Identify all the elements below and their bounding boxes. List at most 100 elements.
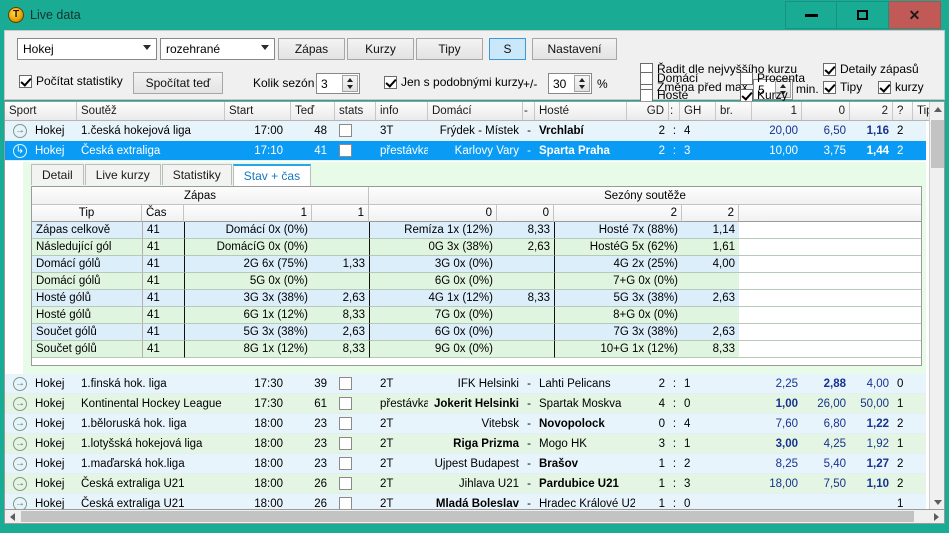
cell-dash: - [527,418,531,430]
s-button[interactable]: S [489,38,526,60]
chk-jen-s-podobnymi-kurzy[interactable]: Jen s podobnými kurzy [384,75,524,89]
cell-stats-checkbox[interactable] [339,437,352,450]
stats-row[interactable]: Hosté gólů 41 6G 1x (12%) 8,33 7G 0x (0%… [32,307,921,324]
scroll-left-icon[interactable] [5,510,20,523]
maximize-button[interactable] [837,1,889,29]
col-header-1[interactable]: 1 [752,102,802,120]
scroll-down-icon[interactable] [930,495,944,510]
state-combo[interactable]: rozehrané [160,38,275,60]
arrow-right-icon[interactable]: → [13,377,27,391]
stepper-arrows-icon[interactable] [342,75,358,92]
chk-kurzy-label: Kurzy [757,88,788,102]
table-row[interactable]: → Hokej 1.maďarská hok.liga 18:00 23 2T … [5,454,926,474]
close-button[interactable]: ✕ [889,1,941,29]
scroll-right-icon[interactable] [929,510,944,523]
col-header-gd[interactable]: GD [627,102,669,120]
cell-stats-checkbox[interactable] [339,417,352,430]
col-header-soutez[interactable]: Soutěž [77,102,225,120]
col-header-info[interactable]: info [376,102,428,120]
stats-row[interactable]: Zápas celkově 41 Domácí 0x (0%) Remíza 1… [32,222,921,239]
cell-stats-checkbox[interactable] [339,377,352,390]
table-row[interactable]: → Hokej 1.běloruská hok. liga 18:00 23 2… [5,414,926,434]
col-header-start[interactable]: Start [225,102,291,120]
chk-hoste[interactable]: Hosté [640,88,688,102]
col-header-0[interactable]: 0 [802,102,850,120]
stats-cell-c1: 2G 6x (75%) [184,256,312,273]
table-row[interactable]: → Hokej 1.lotyšská hokejová liga 18:00 2… [5,434,926,454]
cell-stats-checkbox[interactable] [339,397,352,410]
grid-horizontal-scrollbar[interactable] [4,509,945,524]
col-header-dash[interactable]: - [523,102,535,120]
stepper-arrows-icon[interactable] [574,75,590,92]
tab-stav-cas[interactable]: Stav + čas [232,164,312,186]
arrow-right-icon[interactable]: → [13,457,27,471]
col-header-gh[interactable]: GH [680,102,716,120]
col-header-colon[interactable]: : [669,102,680,120]
kolik-sezon-stepper[interactable]: 3 [316,73,360,94]
plusminus-stepper[interactable]: 30 [548,73,592,94]
table-row[interactable]: → Hokej 1.česká hokejová liga 17:00 48 3… [5,121,926,141]
cell-start: 17:30 [254,398,283,410]
cell-stats-checkbox[interactable] [339,477,352,490]
cell-odds-0: 6,80 [823,418,846,430]
col-header-domaci[interactable]: Domácí [428,102,523,120]
stats-row[interactable]: Domácí gólů 41 5G 0x (0%) 6G 0x (0%) 7+G… [32,273,921,290]
tab-detail[interactable]: Detail [31,164,84,185]
stats-row[interactable]: Hosté gólů 41 3G 3x (38%) 2,63 4G 1x (12… [32,290,921,307]
table-row[interactable]: → Hokej 1.finská hok. liga 17:30 39 2T I… [5,374,926,394]
nastaveni-button[interactable]: Nastavení [532,38,617,60]
arrow-right-icon[interactable]: → [13,124,27,138]
col-header-br[interactable]: br. [716,102,752,120]
arrow-right-icon[interactable]: → [13,397,27,411]
cell-stats-checkbox[interactable] [339,457,352,470]
cell-stats-checkbox[interactable] [339,144,352,157]
arrow-right-icon[interactable]: → [13,417,27,431]
scroll-up-icon[interactable] [930,102,944,117]
col-header-q[interactable]: ? [893,102,913,120]
chk-detaily-label: Detaily zápasů [840,62,919,76]
chk-pocitat-statistiky[interactable]: Počítat statistiky [19,74,123,88]
chk-procenta[interactable]: Procenta [740,71,805,85]
chk-domaci[interactable]: Domácí [640,71,698,85]
stats-row[interactable]: Následující gól 41 DomácíG 0x (0%) 0G 3x… [32,239,921,256]
matches-grid[interactable]: Sport Soutěž Start Teď stats info Domácí… [4,101,945,511]
spocitat-ted-button[interactable]: Spočítat teď [133,72,223,94]
arrow-down-right-icon[interactable]: ↳ [13,144,27,158]
scrollbar-thumb[interactable] [931,120,944,168]
sport-combo[interactable]: Hokej [17,38,157,60]
tab-statistiky[interactable]: Statistiky [161,164,232,185]
grid-vertical-scrollbar[interactable] [929,102,944,510]
col-header-ted[interactable]: Teď [291,102,335,120]
cell-dash: - [527,438,531,450]
arrow-right-icon[interactable]: → [13,477,27,491]
stats-row[interactable]: Domácí gólů 41 2G 6x (75%) 1,33 3G 0x (0… [32,256,921,273]
tab-live-kurzy[interactable]: Live kurzy [84,164,161,185]
cell-league: Česká extraliga U21 [81,478,185,490]
stats-cell-v3: 2,63 [682,290,739,307]
col-header-sport[interactable]: Sport [5,102,77,120]
chk-tipy[interactable]: Tipy [823,80,862,94]
cell-start: 17:30 [254,378,283,390]
stats-row[interactable]: Součet gólů 41 8G 1x (12%) 8,33 9G 0x (0… [32,341,921,358]
chk-detaily-zapasu[interactable]: Detaily zápasů [823,62,919,76]
cell-odds-1: 2,25 [775,378,798,390]
stats-cell-v2: 2,63 [497,239,554,256]
table-row[interactable]: → Hokej Česká extraliga U21 18:00 26 2T … [5,474,926,494]
col-header-stats[interactable]: stats [335,102,376,120]
cell-info: 2T [380,458,394,470]
chk-pocitat-label: Počítat statistiky [36,74,123,88]
table-row[interactable]: → Hokej Kontinental Hockey League 17:30 … [5,394,926,414]
chk-kurzy[interactable]: Kurzy [740,88,788,102]
arrow-right-icon[interactable]: → [13,437,27,451]
col-header-hoste[interactable]: Hosté [535,102,627,120]
table-row-selected[interactable]: ↳ Hokej Česká extraliga 17:10 41 přestáv… [5,141,926,161]
chk-kurzy-top[interactable]: kurzy [878,80,924,94]
stats-row[interactable]: Součet gólů 41 5G 3x (38%) 2,63 6G 0x (0… [32,324,921,341]
col-header-2[interactable]: 2 [850,102,893,120]
minimize-button[interactable] [785,1,837,29]
zapas-button[interactable]: Zápas [278,38,345,60]
kurzy-button[interactable]: Kurzy [347,38,414,60]
scrollbar-thumb[interactable] [21,511,914,522]
cell-stats-checkbox[interactable] [339,124,352,137]
tipy-button[interactable]: Tipy [416,38,483,60]
